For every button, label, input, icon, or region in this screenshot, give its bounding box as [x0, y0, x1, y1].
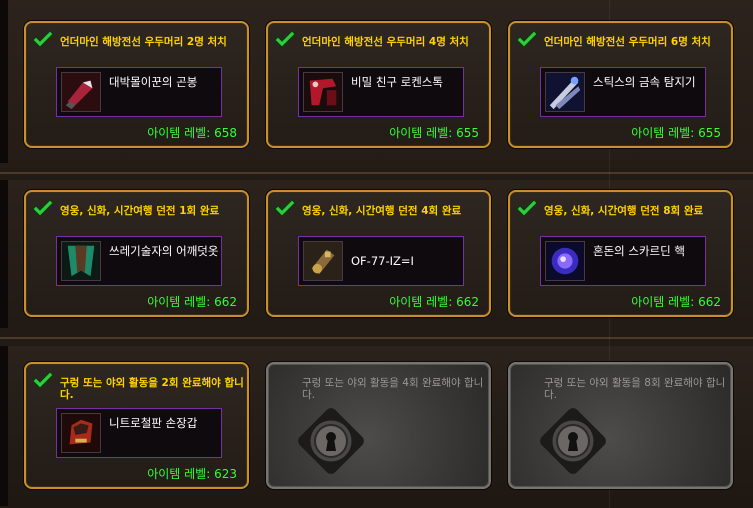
checkmark-icon	[274, 31, 296, 48]
item-level: 아이템 레벨: 662	[389, 295, 479, 309]
item-name: 니트로철판 손장갑	[109, 416, 198, 430]
reward-requirement: 구렁 또는 야외 활동을 8회 완료해야 합니다.	[544, 377, 726, 401]
gadget-icon	[303, 241, 343, 281]
reward-requirement: 영웅, 신화, 시간여행 던전 4회 완료	[302, 205, 462, 217]
reward-item-slot[interactable]: 대박몰이꾼의 곤봉	[56, 67, 222, 117]
reward-card[interactable]: 언더마인 해방전선 우두머리 4명 처치 비밀 친구 로켄스톡 아이템 레벨: …	[266, 21, 491, 148]
gauntlet-icon	[61, 413, 101, 453]
reward-requirement: 구렁 또는 야외 활동을 2회 완료해야 합니다.	[60, 377, 244, 401]
club-weapon-icon	[61, 72, 101, 112]
item-level: 아이템 레벨: 623	[147, 467, 237, 481]
reward-item-slot[interactable]: 비밀 친구 로켄스톡	[298, 67, 464, 117]
checkmark-icon	[32, 372, 54, 389]
reward-card[interactable]: 구렁 또는 야외 활동을 2회 완료해야 합니다. 니트로철판 손장갑 아이템 …	[24, 362, 249, 489]
reward-item-slot[interactable]: 쓰레기술자의 어깨덧옷	[56, 236, 222, 286]
checkmark-icon	[32, 31, 54, 48]
reward-card[interactable]: 언더마인 해방전선 우두머리 2명 처치 대박몰이꾼의 곤봉 아이템 레벨: 6…	[24, 21, 249, 148]
checkmark-icon	[516, 31, 538, 48]
reward-item-slot[interactable]: 혼돈의 스카르딘 핵	[540, 236, 706, 286]
item-name: 비밀 친구 로켄스톡	[351, 75, 443, 89]
reward-requirement: 영웅, 신화, 시간여행 던전 1회 완료	[60, 205, 220, 217]
item-name: 혼돈의 스카르딘 핵	[593, 244, 685, 258]
checkmark-icon	[274, 200, 296, 217]
reward-card[interactable]: 영웅, 신화, 시간여행 던전 8회 완료 혼돈의 스카르딘 핵 아이템 레벨:…	[508, 190, 733, 317]
item-name: OF-77-IZ=I	[351, 254, 414, 268]
reward-item-slot[interactable]: OF-77-IZ=I	[298, 236, 464, 286]
item-level: 아이템 레벨: 658	[147, 126, 237, 140]
locked-reward-card[interactable]: 구렁 또는 야외 활동을 4회 완료해야 합니다.	[266, 362, 491, 489]
reward-item-slot[interactable]: 니트로철판 손장갑	[56, 408, 222, 458]
reward-requirement: 언더마인 해방전선 우두머리 2명 처치	[60, 36, 227, 48]
item-level: 아이템 레벨: 655	[389, 126, 479, 140]
item-name: 쓰레기술자의 어깨덧옷	[109, 244, 219, 258]
item-name: 스틱스의 금속 탐지기	[593, 75, 696, 89]
reward-card[interactable]: 영웅, 신화, 시간여행 던전 1회 완료 쓰레기술자의 어깨덧옷 아이템 레벨…	[24, 190, 249, 317]
item-level: 아이템 레벨: 662	[631, 295, 721, 309]
reward-requirement: 구렁 또는 야외 활동을 4회 완료해야 합니다.	[302, 377, 484, 401]
reward-card[interactable]: 영웅, 신화, 시간여행 던전 4회 완료 OF-77-IZ=I 아이템 레벨:…	[266, 190, 491, 317]
cloak-icon	[61, 241, 101, 281]
checkmark-icon	[516, 200, 538, 217]
reward-requirement: 언더마인 해방전선 우두머리 4명 처치	[302, 36, 469, 48]
metal-detector-icon	[545, 72, 585, 112]
padlock-keyhole-icon	[540, 408, 606, 474]
locked-reward-card[interactable]: 구렁 또는 야외 활동을 8회 완료해야 합니다.	[508, 362, 733, 489]
item-level: 아이템 레벨: 662	[147, 295, 237, 309]
reward-requirement: 언더마인 해방전선 우두머리 6명 처치	[544, 36, 711, 48]
reward-requirement: 영웅, 신화, 시간여행 던전 8회 완료	[544, 205, 704, 217]
checkmark-icon	[32, 200, 54, 217]
void-orb-icon	[545, 241, 585, 281]
reward-item-slot[interactable]: 스틱스의 금속 탐지기	[540, 67, 706, 117]
reward-card[interactable]: 언더마인 해방전선 우두머리 6명 처치 스틱스의 금속 탐지기 아이템 레벨:…	[508, 21, 733, 148]
item-level: 아이템 레벨: 655	[631, 126, 721, 140]
red-gun-icon	[303, 72, 343, 112]
item-name: 대박몰이꾼의 곤봉	[109, 75, 198, 89]
padlock-keyhole-icon	[298, 408, 364, 474]
